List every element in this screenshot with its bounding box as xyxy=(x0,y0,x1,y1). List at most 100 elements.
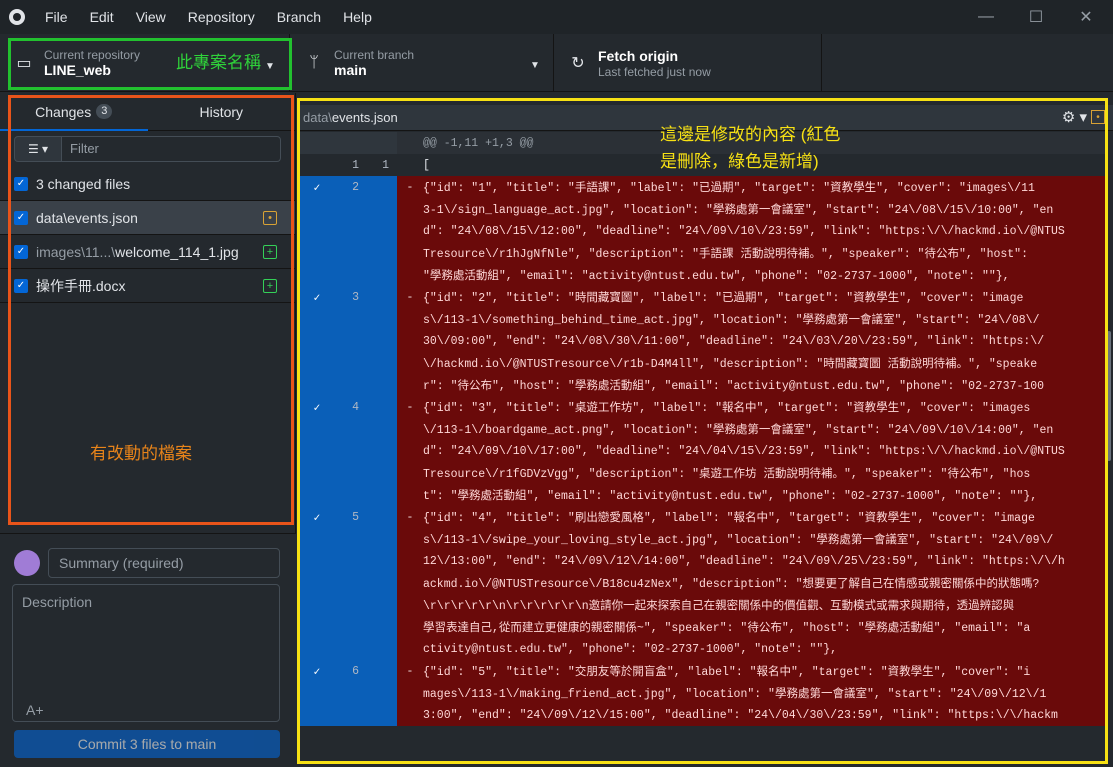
menu-view[interactable]: View xyxy=(125,0,177,34)
file-checkbox[interactable]: ✓ xyxy=(14,244,28,259)
files-annotation: 有改動的檔案 xyxy=(90,444,192,463)
old-line-number: 5 xyxy=(337,506,367,528)
line-content: d": "24\/08\/15\/12:00", "deadline": "24… xyxy=(397,220,1105,242)
diff-line[interactable]: 學習表達自己,從而建立更健康的親密關係~", "speaker": "待公布",… xyxy=(297,616,1105,638)
line-check xyxy=(297,264,337,286)
diff-line[interactable]: r": "待公布", "host": "學務處活動組", "email": "a… xyxy=(297,374,1105,396)
chevron-down-icon: ▼ xyxy=(265,61,275,72)
file-row[interactable]: ✓ 操作手冊.docx + xyxy=(0,269,295,303)
diff-line[interactable]: ✓ 2 - {"id": "1", "title": "手語課", "label":… xyxy=(297,176,1105,198)
old-line-number xyxy=(337,220,367,242)
line-content: s\/113-1\/something_behind_time_act.jpg"… xyxy=(397,308,1105,330)
diff-line[interactable]: 3:00", "end": "24\/09\/12\/15:00", "dead… xyxy=(297,704,1105,726)
diff-line[interactable]: t": "學務處活動組", "email": "activity@ntust.e… xyxy=(297,484,1105,506)
line-check xyxy=(297,154,337,176)
diff-line[interactable]: ctivity@ntust.edu.tw", "phone": "02-2737… xyxy=(297,638,1105,660)
avatar xyxy=(14,550,40,576)
new-line-number xyxy=(367,198,397,220)
modified-icon: • xyxy=(1091,110,1105,124)
old-line-number xyxy=(337,198,367,220)
file-row[interactable]: ✓ data\events.json • xyxy=(0,201,295,235)
code-text: 學習表達自己,從而建立更健康的親密關係~", "speaker": "待公布",… xyxy=(423,622,1031,635)
new-line-number xyxy=(367,506,397,528)
line-content: - {"id": "1", "title": "手語課", "label": "… xyxy=(397,176,1105,198)
diff-line[interactable]: ✓ 6 - {"id": "5", "title": "交朋友等於開盲盒", "la… xyxy=(297,660,1105,682)
line-check xyxy=(297,198,337,220)
old-line-number xyxy=(337,528,367,550)
tab-history[interactable]: History xyxy=(148,93,296,130)
commit-button[interactable]: Commit 3 files to main xyxy=(14,730,280,758)
diff-line[interactable]: \/hackmd.io\/@NTUSTresource\/r1b-D4M4ll"… xyxy=(297,352,1105,374)
diff-line[interactable]: Tresource\/r1hJgNfNle", "description": "… xyxy=(297,242,1105,264)
old-line-number xyxy=(337,484,367,506)
old-line-number xyxy=(337,418,367,440)
line-check xyxy=(297,440,337,462)
line-content: t": "學務處活動組", "email": "activity@ntust.e… xyxy=(397,484,1105,506)
diff-line[interactable]: ✓ 5 - {"id": "4", "title": "刷出戀愛風格", "labe… xyxy=(297,506,1105,528)
new-line-number xyxy=(367,572,397,594)
old-line-number xyxy=(337,550,367,572)
old-line-number: 3 xyxy=(337,286,367,308)
code-text: Tresource\/r1hJgNfNle", "description": "… xyxy=(423,248,1028,261)
diff-line[interactable]: d": "24\/08\/15\/12:00", "deadline": "24… xyxy=(297,220,1105,242)
line-check xyxy=(297,594,337,616)
file-checkbox[interactable]: ✓ xyxy=(14,278,28,293)
file-row[interactable]: ✓ images\11...\ welcome_114_1.jpg + xyxy=(0,235,295,269)
changed-files-label: 3 changed files xyxy=(36,175,131,192)
diff-line[interactable]: \r\r\r\r\r\n\r\r\r\r\r\n邀請你一起來探索自己在親密關係中… xyxy=(297,594,1105,616)
line-check xyxy=(297,682,337,704)
diff-line[interactable]: \/113-1\/boardgame_act.png", "location":… xyxy=(297,418,1105,440)
filter-options-button[interactable]: ☰ ▾ xyxy=(14,136,62,162)
diff-line[interactable]: ackmd.io\/@NTUSTresource\/B18cu4zNex", "… xyxy=(297,572,1105,594)
fetch-subtitle: Last fetched just now xyxy=(598,64,711,79)
gear-icon[interactable]: ⚙ ▾ xyxy=(1062,108,1087,126)
maximize-button[interactable]: ☐ xyxy=(1013,0,1059,34)
code-text: d": "24\/09\/10\/17:00", "deadline": "24… xyxy=(423,444,1065,458)
menu-file[interactable]: File xyxy=(34,0,79,34)
select-all-row[interactable]: ✓ 3 changed files xyxy=(0,167,295,201)
line-content: \r\r\r\r\r\n\r\r\r\r\r\n邀請你一起來探索自己在親密關係中… xyxy=(397,594,1105,616)
menu-help[interactable]: Help xyxy=(332,0,383,34)
new-line-number xyxy=(367,374,397,396)
diff-line[interactable]: 30\/09:00", "end": "24\/08\/30\/11:00", … xyxy=(297,330,1105,352)
line-content: Tresource\/r1hJgNfNle", "description": "… xyxy=(397,242,1105,264)
code-text: t": "學務處活動組", "email": "activity@ntust.e… xyxy=(423,490,1038,503)
line-check xyxy=(297,418,337,440)
new-line-number xyxy=(367,308,397,330)
sync-icon: ↻ xyxy=(571,55,585,72)
file-checkbox[interactable]: ✓ xyxy=(14,210,28,225)
diff-line[interactable]: d": "24\/09\/10\/17:00", "deadline": "24… xyxy=(297,440,1105,462)
close-button[interactable]: ✕ xyxy=(1063,0,1109,34)
select-all-checkbox[interactable]: ✓ xyxy=(14,176,28,191)
added-icon: + xyxy=(263,244,277,259)
diff-line[interactable]: ✓ 3 - {"id": "2", "title": "時間藏寶圖", "label… xyxy=(297,286,1105,308)
new-line-number xyxy=(367,484,397,506)
minimize-button[interactable]: — xyxy=(963,0,1009,34)
old-line-number: 6 xyxy=(337,660,367,682)
toolbar: ▭ Current repository LINE_web ▼ ᛘ Curren… xyxy=(0,34,1113,92)
title-bar: File Edit View Repository Branch Help — … xyxy=(0,0,1113,34)
menu-branch[interactable]: Branch xyxy=(266,0,332,34)
diff-line[interactable]: 12\/13:00", "end": "24\/09\/12\/14:00", … xyxy=(297,550,1105,572)
diff-line[interactable]: 3-1\/sign_language_act.jpg", "location":… xyxy=(297,198,1105,220)
diff-line[interactable]: ✓ 4 - {"id": "3", "title": "桌遊工作坊", "label… xyxy=(297,396,1105,418)
filter-input[interactable]: Filter xyxy=(62,136,281,162)
description-input[interactable]: Description xyxy=(12,584,280,722)
diff-line[interactable]: s\/113-1\/swipe_your_loving_style_act.jp… xyxy=(297,528,1105,550)
scrollbar[interactable] xyxy=(1107,331,1111,461)
diff-line[interactable]: "學務處活動組", "email": "activity@ntust.edu.t… xyxy=(297,264,1105,286)
diff-line[interactable]: mages\/113-1\/making_friend_act.jpg", "l… xyxy=(297,682,1105,704)
line-check xyxy=(297,528,337,550)
diff-line[interactable]: Tresource\/r1fGDVzVgg", "description": "… xyxy=(297,462,1105,484)
menu-repository[interactable]: Repository xyxy=(177,0,266,34)
summary-input[interactable]: Summary (required) xyxy=(48,548,280,578)
add-coauthor-icon[interactable]: A+ xyxy=(26,702,44,718)
current-branch-button[interactable]: ᛘ Current branch main ▼ xyxy=(290,34,554,92)
old-line-number xyxy=(337,682,367,704)
diff-sign: - xyxy=(406,664,414,678)
line-content: \/hackmd.io\/@NTUSTresource\/r1b-D4M4ll"… xyxy=(397,352,1105,374)
menu-edit[interactable]: Edit xyxy=(79,0,125,34)
diff-line[interactable]: s\/113-1\/something_behind_time_act.jpg"… xyxy=(297,308,1105,330)
tab-changes[interactable]: Changes 3 xyxy=(0,93,148,131)
fetch-origin-button[interactable]: ↻ Fetch origin Last fetched just now xyxy=(554,34,822,92)
